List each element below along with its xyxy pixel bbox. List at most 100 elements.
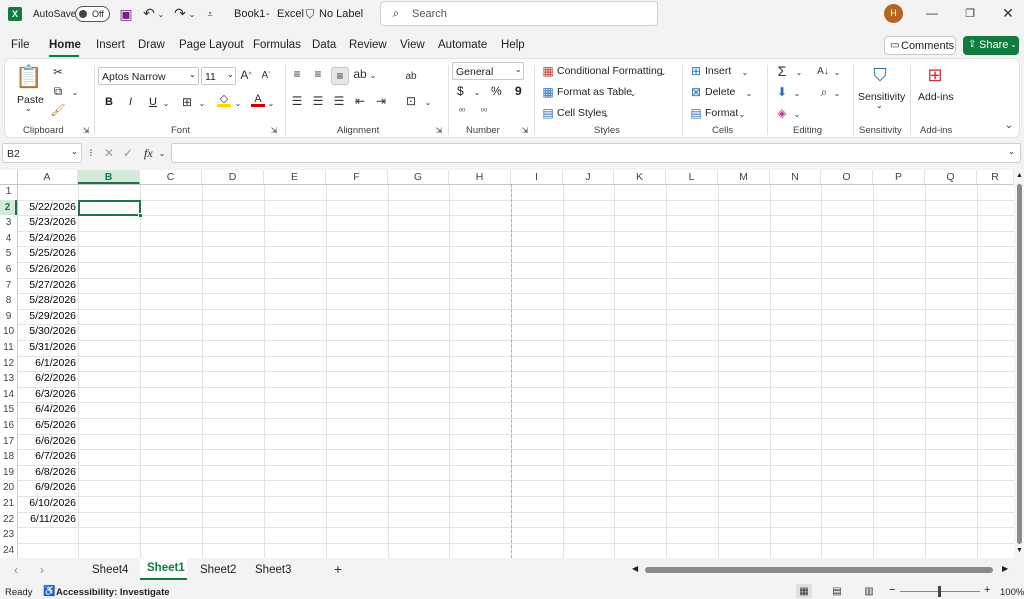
cell-styles-button[interactable]: Cell Styles <box>557 107 607 119</box>
insert-cells-button[interactable]: Insert <box>705 65 731 77</box>
comma-button[interactable]: 9 <box>515 84 522 98</box>
tab-formulas[interactable]: Formulas <box>253 39 301 51</box>
column-header-h[interactable]: H <box>449 170 511 184</box>
conditional-formatting-button[interactable]: Conditional Formatting <box>557 65 663 77</box>
font-size-dropdown[interactable]: 11 ⌄ <box>201 67 236 85</box>
tab-page-layout[interactable]: Page Layout <box>179 39 244 51</box>
cell-a13[interactable]: 6/2/2026 <box>17 371 78 387</box>
tab-data[interactable]: Data <box>312 39 336 51</box>
row-header-12[interactable]: 12 <box>0 355 17 372</box>
tab-insert[interactable]: Insert <box>96 39 125 51</box>
more-options-icon[interactable]: ⁝ <box>87 147 95 159</box>
vertical-scrollbar[interactable]: ▲ ▼ <box>1014 170 1024 558</box>
minimize-icon[interactable]: — <box>925 6 939 20</box>
column-header-d[interactable]: D <box>202 170 264 184</box>
autosum-icon[interactable]: Σ <box>775 63 789 79</box>
comments-button[interactable]: ▭ Comments <box>884 36 956 55</box>
addins-icon[interactable]: ⊞ <box>923 62 947 88</box>
scroll-down-icon[interactable]: ▼ <box>1016 547 1023 554</box>
format-table-chevron-icon[interactable]: ⌄ <box>629 87 637 99</box>
zoom-level[interactable]: 100% <box>1000 587 1024 598</box>
accessibility-status[interactable]: Accessibility: Investigate <box>56 587 170 598</box>
align-left-icon[interactable]: ☰ <box>290 94 304 108</box>
undo-dropdown-icon[interactable]: ⌄ <box>157 6 165 22</box>
cell-a15[interactable]: 6/4/2026 <box>17 402 78 418</box>
format-cells-button[interactable]: Format <box>705 107 738 119</box>
normal-view-icon[interactable]: ▦ <box>796 584 812 598</box>
enter-icon[interactable]: ✓ <box>122 146 134 160</box>
clear-chevron-icon[interactable]: ⌄ <box>793 108 801 120</box>
column-header-p[interactable]: P <box>873 170 925 184</box>
sort-filter-icon[interactable]: A↓ <box>815 64 831 78</box>
borders-icon[interactable]: ⊞ <box>180 95 194 109</box>
add-sheet-icon[interactable]: + <box>331 561 345 577</box>
cell-a17[interactable]: 6/6/2026 <box>17 434 78 450</box>
decrease-font-size-icon[interactable]: Aˇ <box>259 68 273 82</box>
column-header-e[interactable]: E <box>264 170 326 184</box>
avatar[interactable]: H <box>884 4 903 23</box>
zoom-in-icon[interactable]: + <box>984 584 990 596</box>
column-header-c[interactable]: C <box>140 170 202 184</box>
row-header-6[interactable]: 6 <box>0 262 17 278</box>
row-header-2[interactable]: 2 <box>0 199 17 216</box>
format-as-table-button[interactable]: Format as Table <box>557 86 632 98</box>
row-header-8[interactable]: 8 <box>0 293 17 309</box>
row-header-16[interactable]: 16 <box>0 418 17 434</box>
increase-decimal-icon[interactable]: ⁰⁰ <box>454 104 470 118</box>
sheet-tab-sheet4[interactable]: Sheet4 <box>92 564 128 576</box>
tab-file[interactable]: File <box>11 39 30 51</box>
cell-a3[interactable]: 5/23/2026 <box>17 215 78 231</box>
sensitivity-shield-icon[interactable]: ⛉ <box>303 6 317 22</box>
currency-chevron-icon[interactable]: ⌄ <box>473 86 481 98</box>
selected-cell[interactable] <box>78 199 141 217</box>
cell-a18[interactable]: 6/7/2026 <box>17 449 78 465</box>
currency-button[interactable]: $ <box>457 84 464 98</box>
sheet-tab-sheet2[interactable]: Sheet2 <box>200 564 236 576</box>
clipboard-launcher-icon[interactable]: ⇲ <box>81 125 91 135</box>
active-sheet-tab[interactable]: Sheet1 <box>140 558 187 580</box>
autosum-chevron-icon[interactable]: ⌄ <box>795 66 803 78</box>
tab-automate[interactable]: Automate <box>438 39 487 51</box>
cell-a10[interactable]: 5/30/2026 <box>17 324 78 340</box>
decrease-indent-icon[interactable]: ⇤ <box>353 94 367 108</box>
orientation-icon[interactable]: ab <box>353 67 367 81</box>
underline-chevron-icon[interactable]: ⌄ <box>162 97 170 109</box>
cell-a5[interactable]: 5/25/2026 <box>17 246 78 262</box>
cancel-icon[interactable]: ✕ <box>103 146 115 160</box>
format-cells-icon[interactable]: ▤ <box>689 106 703 120</box>
row-header-5[interactable]: 5 <box>0 246 17 262</box>
cell-a4[interactable]: 5/24/2026 <box>17 231 78 247</box>
autosave-toggle[interactable]: Off <box>75 6 110 22</box>
fill-handle[interactable] <box>138 213 143 218</box>
sensitivity-icon[interactable]: ⛉ <box>869 62 891 88</box>
tab-help[interactable]: Help <box>501 39 525 51</box>
delete-cells-icon[interactable]: ⊠ <box>689 85 703 99</box>
paste-chevron-icon[interactable]: ⌄ <box>25 104 32 113</box>
copy-chevron-icon[interactable]: ⌄ <box>71 85 79 99</box>
tab-home[interactable]: Home <box>49 39 81 51</box>
format-chevron-icon[interactable]: ⌄ <box>738 108 746 120</box>
alignment-launcher-icon[interactable]: ⇲ <box>434 125 444 135</box>
cell-a22[interactable]: 6/11/2026 <box>17 512 78 528</box>
cell-a14[interactable]: 6/3/2026 <box>17 387 78 403</box>
italic-button[interactable]: I <box>129 96 132 108</box>
collapse-ribbon-icon[interactable]: ⌄ <box>1003 119 1015 131</box>
font-color-icon[interactable]: A <box>251 93 265 107</box>
cell-a6[interactable]: 5/26/2026 <box>17 262 78 278</box>
column-header-i[interactable]: I <box>511 170 563 184</box>
cell-styles-icon[interactable]: ▤ <box>541 106 555 120</box>
cell-a9[interactable]: 5/29/2026 <box>17 309 78 325</box>
percent-button[interactable]: % <box>491 84 502 98</box>
row-header-3[interactable]: 3 <box>0 215 17 231</box>
row-header-7[interactable]: 7 <box>0 277 17 294</box>
cell-a8[interactable]: 5/28/2026 <box>17 293 78 309</box>
font-color-chevron-icon[interactable]: ⌄ <box>267 97 275 109</box>
sensitivity-chevron-icon[interactable]: ⌄ <box>876 101 883 110</box>
cut-icon[interactable]: ✂ <box>51 65 65 79</box>
column-header-r[interactable]: R <box>977 170 1014 184</box>
align-bottom-icon[interactable]: ≡ <box>331 67 349 85</box>
column-header-k[interactable]: K <box>614 170 666 184</box>
addins-button[interactable]: Add-ins <box>918 91 954 103</box>
fx-chevron-icon[interactable]: ⌄ <box>158 147 166 159</box>
tab-draw[interactable]: Draw <box>138 39 165 51</box>
